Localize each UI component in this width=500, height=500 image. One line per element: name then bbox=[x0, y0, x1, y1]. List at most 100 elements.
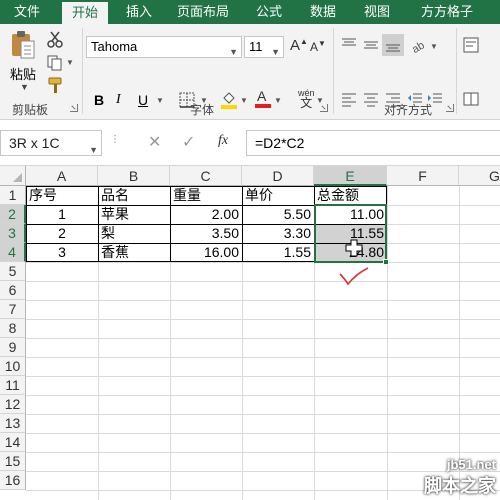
align-left-icon[interactable] bbox=[340, 90, 358, 108]
alignment-launcher-icon[interactable] bbox=[446, 104, 454, 112]
row-header-8[interactable]: 8 bbox=[0, 319, 26, 338]
font-size-select[interactable]: 11 ▼ bbox=[244, 36, 284, 58]
align-center-icon[interactable] bbox=[362, 90, 380, 108]
tab-formulas[interactable]: 公式 bbox=[246, 0, 292, 24]
fill-color-dropdown-icon[interactable]: ▼ bbox=[240, 96, 248, 105]
row-header-13[interactable]: 13 bbox=[0, 414, 26, 433]
row-header-16[interactable]: 16 bbox=[0, 471, 26, 490]
cell-d2[interactable]: 5.50 bbox=[243, 205, 313, 224]
enter-icon[interactable]: ✓ bbox=[182, 132, 195, 152]
cell-c4[interactable]: 16.00 bbox=[171, 243, 241, 262]
column-header-b[interactable]: B bbox=[98, 166, 170, 186]
tab-data[interactable]: 数据 bbox=[300, 0, 346, 24]
row-header-4[interactable]: 4 bbox=[0, 243, 26, 262]
tab-home[interactable]: 开始 bbox=[62, 2, 108, 24]
tab-page-layout[interactable]: 页面布局 bbox=[170, 0, 236, 24]
phonetic-guide-icon[interactable]: wén 文 bbox=[298, 88, 315, 109]
align-bottom-icon[interactable] bbox=[382, 34, 404, 56]
font-color-icon[interactable]: A bbox=[254, 88, 272, 108]
column-header-f[interactable]: F bbox=[387, 166, 459, 186]
font-size-value: 11 bbox=[249, 39, 263, 54]
copy-dropdown-icon[interactable]: ▼ bbox=[66, 58, 74, 67]
row-header-10[interactable]: 10 bbox=[0, 357, 26, 376]
orientation-dropdown-icon[interactable]: ▼ bbox=[430, 42, 438, 51]
column-header-d[interactable]: D bbox=[242, 166, 314, 186]
watermark: jb51.net 脚本之家 bbox=[424, 457, 496, 498]
formula-bar: 3R x 1C ▼ ⋮ ✕ ✓ fx =D2*C2 bbox=[0, 120, 500, 166]
cell-d1[interactable]: 单价 bbox=[243, 186, 313, 205]
cell-a2[interactable]: 1 bbox=[27, 205, 97, 224]
paste-icon[interactable] bbox=[10, 30, 36, 62]
column-header-a[interactable]: A bbox=[26, 166, 98, 186]
align-top-icon[interactable] bbox=[340, 36, 358, 54]
cancel-icon[interactable]: ✕ bbox=[148, 132, 161, 152]
copy-icon[interactable] bbox=[46, 54, 64, 72]
fill-handle[interactable] bbox=[383, 259, 389, 265]
font-launcher-icon[interactable] bbox=[320, 104, 328, 112]
worksheet-grid[interactable]: A B C D E F G 1 2 3 4 5 6 7 8 9 10 11 12… bbox=[0, 166, 500, 500]
decrease-font-size-icon[interactable]: A▼ bbox=[310, 39, 326, 54]
cell-d4[interactable]: 1.55 bbox=[243, 243, 313, 262]
insert-function-button[interactable]: fx bbox=[218, 133, 228, 149]
fill-color-icon[interactable] bbox=[220, 90, 238, 109]
cell-d3[interactable]: 3.30 bbox=[243, 224, 313, 243]
cell-b2[interactable]: 苹果 bbox=[99, 205, 169, 224]
underline-button[interactable]: U bbox=[138, 90, 148, 110]
increase-font-size-icon[interactable]: A▲ bbox=[290, 37, 308, 54]
cell-b4[interactable]: 香蕉 bbox=[99, 243, 169, 262]
ribbon: 粘贴 ▼ ▼ 剪贴板 Tahoma ▼ 11 ▼ A▲ A▼ B I U ▼ ▼… bbox=[0, 24, 500, 120]
wrap-text-icon[interactable] bbox=[462, 36, 480, 54]
row-header-15[interactable]: 15 bbox=[0, 452, 26, 471]
tab-view[interactable]: 视图 bbox=[354, 0, 400, 24]
row-header-11[interactable]: 11 bbox=[0, 376, 26, 395]
row-header-14[interactable]: 14 bbox=[0, 433, 26, 452]
font-color-dropdown-icon[interactable]: ▼ bbox=[274, 96, 282, 105]
chevron-down-icon: ▼ bbox=[271, 47, 280, 57]
cell-c2[interactable]: 2.00 bbox=[171, 205, 241, 224]
row-header-6[interactable]: 6 bbox=[0, 281, 26, 300]
cell-a3[interactable]: 2 bbox=[27, 224, 97, 243]
row-header-3[interactable]: 3 bbox=[0, 224, 26, 243]
row-header-2[interactable]: 2 bbox=[0, 205, 26, 224]
formula-input[interactable]: =D2*C2 bbox=[246, 130, 500, 156]
orientation-icon[interactable]: ab bbox=[410, 36, 428, 56]
cell-b1[interactable]: 品名 bbox=[99, 186, 169, 205]
tab-file[interactable]: 文件 bbox=[0, 0, 54, 24]
clipboard-launcher-icon[interactable] bbox=[70, 104, 78, 112]
font-group-label: 字体 bbox=[190, 103, 215, 117]
select-all-button[interactable] bbox=[0, 166, 26, 186]
format-painter-icon[interactable] bbox=[46, 76, 64, 94]
row-header-12[interactable]: 12 bbox=[0, 395, 26, 414]
underline-dropdown-icon[interactable]: ▼ bbox=[156, 96, 164, 105]
column-header-e[interactable]: E bbox=[314, 166, 387, 186]
bold-button[interactable]: B bbox=[94, 90, 104, 110]
paste-dropdown-icon[interactable]: ▼ bbox=[20, 82, 29, 92]
cell-a1[interactable]: 序号 bbox=[27, 186, 97, 205]
cell-e1[interactable]: 总金额 bbox=[315, 186, 386, 205]
row-header-5[interactable]: 5 bbox=[0, 262, 26, 281]
paste-button[interactable]: 粘贴 bbox=[10, 64, 36, 83]
cut-icon[interactable] bbox=[46, 30, 64, 48]
font-name-select[interactable]: Tahoma ▼ bbox=[86, 36, 242, 58]
tab-fangfang-gezi[interactable]: 方方格子 bbox=[410, 0, 484, 24]
column-header-g[interactable]: G bbox=[459, 166, 500, 186]
cell-b3[interactable]: 梨 bbox=[99, 224, 169, 243]
tab-insert[interactable]: 插入 bbox=[116, 0, 162, 24]
chevron-down-icon: ▼ bbox=[89, 145, 98, 155]
row-header-9[interactable]: 9 bbox=[0, 338, 26, 357]
alignment-group-label: 对齐方式 bbox=[384, 103, 433, 117]
cell-c1[interactable]: 重量 bbox=[171, 186, 241, 205]
row-header-7[interactable]: 7 bbox=[0, 300, 26, 319]
merge-center-icon[interactable] bbox=[462, 90, 480, 108]
watermark-url: jb51.net bbox=[446, 457, 496, 472]
clipboard-group-label: 剪贴板 bbox=[12, 103, 49, 117]
italic-button[interactable]: I bbox=[116, 90, 121, 110]
column-header-c[interactable]: C bbox=[170, 166, 242, 186]
cell-cursor-icon bbox=[345, 239, 363, 257]
name-box[interactable]: 3R x 1C ▼ bbox=[0, 130, 102, 156]
row-header-1[interactable]: 1 bbox=[0, 186, 26, 205]
cell-c3[interactable]: 3.50 bbox=[171, 224, 241, 243]
cell-a4[interactable]: 3 bbox=[27, 243, 97, 262]
align-middle-icon[interactable] bbox=[362, 36, 380, 54]
cell-e2[interactable]: 11.00 bbox=[315, 205, 386, 224]
